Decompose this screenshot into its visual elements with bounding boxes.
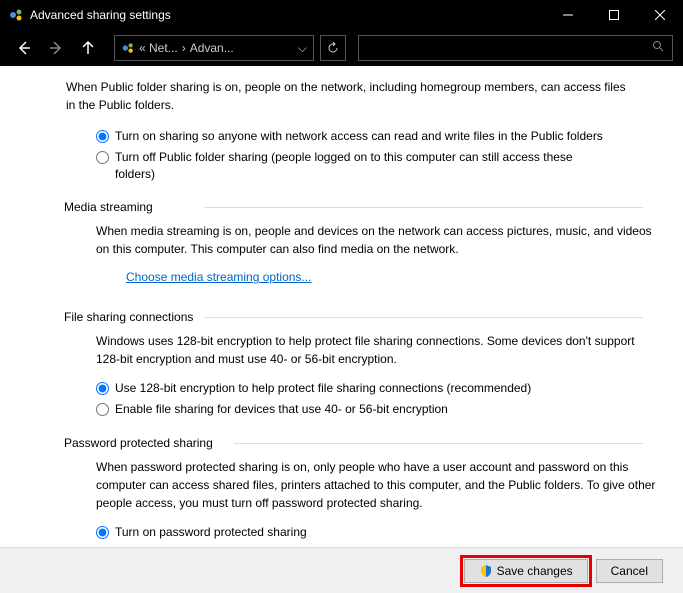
breadcrumb-seg2[interactable]: Advan... bbox=[190, 41, 234, 55]
encryption-40-56-option[interactable]: Enable file sharing for devices that use… bbox=[96, 401, 683, 418]
minimize-button[interactable] bbox=[545, 0, 591, 30]
app-icon bbox=[8, 7, 24, 23]
public-folder-on-option[interactable]: Turn on sharing so anyone with network a… bbox=[96, 128, 683, 145]
file-sharing-intro: Windows uses 128-bit encryption to help … bbox=[96, 332, 656, 368]
navbar: « Net... › Advan... ⌵ bbox=[0, 30, 683, 66]
chevron-down-icon[interactable]: ⌵ bbox=[298, 41, 307, 56]
shield-icon bbox=[479, 564, 493, 578]
cancel-button-label: Cancel bbox=[611, 564, 648, 578]
radio-label: Turn off Public folder sharing (people l… bbox=[115, 149, 605, 183]
media-streaming-link[interactable]: Choose media streaming options... bbox=[126, 270, 311, 284]
radio-label: Turn on sharing so anyone with network a… bbox=[115, 128, 603, 145]
content-area: When Public folder sharing is on, people… bbox=[0, 66, 683, 547]
maximize-button[interactable] bbox=[591, 0, 637, 30]
up-button[interactable] bbox=[74, 34, 102, 62]
titlebar: Advanced sharing settings bbox=[0, 0, 683, 30]
radio-input[interactable] bbox=[96, 526, 109, 539]
password-sharing-header: Password protected sharing bbox=[64, 436, 683, 450]
cancel-button[interactable]: Cancel bbox=[596, 559, 663, 583]
breadcrumb[interactable]: « Net... › Advan... ⌵ bbox=[114, 35, 314, 61]
breadcrumb-icon bbox=[121, 41, 135, 55]
radio-input[interactable] bbox=[96, 130, 109, 143]
refresh-button[interactable] bbox=[320, 35, 346, 61]
password-on-option[interactable]: Turn on password protected sharing bbox=[96, 524, 683, 541]
footer: Save changes Cancel bbox=[0, 547, 683, 593]
encryption-128-option[interactable]: Use 128-bit encryption to help protect f… bbox=[96, 380, 683, 397]
password-sharing-intro: When password protected sharing is on, o… bbox=[96, 458, 656, 512]
media-streaming-header: Media streaming bbox=[64, 200, 683, 214]
public-folder-intro: When Public folder sharing is on, people… bbox=[66, 78, 626, 114]
window-title: Advanced sharing settings bbox=[30, 8, 545, 22]
search-input[interactable] bbox=[358, 35, 673, 61]
file-sharing-header: File sharing connections bbox=[64, 310, 683, 324]
radio-label: Enable file sharing for devices that use… bbox=[115, 401, 448, 418]
search-icon bbox=[652, 39, 664, 57]
forward-button[interactable] bbox=[42, 34, 70, 62]
media-streaming-intro: When media streaming is on, people and d… bbox=[96, 222, 656, 258]
save-button-label: Save changes bbox=[497, 564, 573, 578]
close-button[interactable] bbox=[637, 0, 683, 30]
back-button[interactable] bbox=[10, 34, 38, 62]
radio-input[interactable] bbox=[96, 151, 109, 164]
save-changes-button[interactable]: Save changes bbox=[464, 559, 588, 583]
radio-label: Use 128-bit encryption to help protect f… bbox=[115, 380, 531, 397]
breadcrumb-seg1[interactable]: « Net... bbox=[139, 41, 178, 55]
radio-label: Turn on password protected sharing bbox=[115, 524, 307, 541]
chevron-right-icon: › bbox=[182, 41, 186, 55]
radio-input[interactable] bbox=[96, 382, 109, 395]
public-folder-off-option[interactable]: Turn off Public folder sharing (people l… bbox=[96, 149, 683, 183]
radio-input[interactable] bbox=[96, 403, 109, 416]
